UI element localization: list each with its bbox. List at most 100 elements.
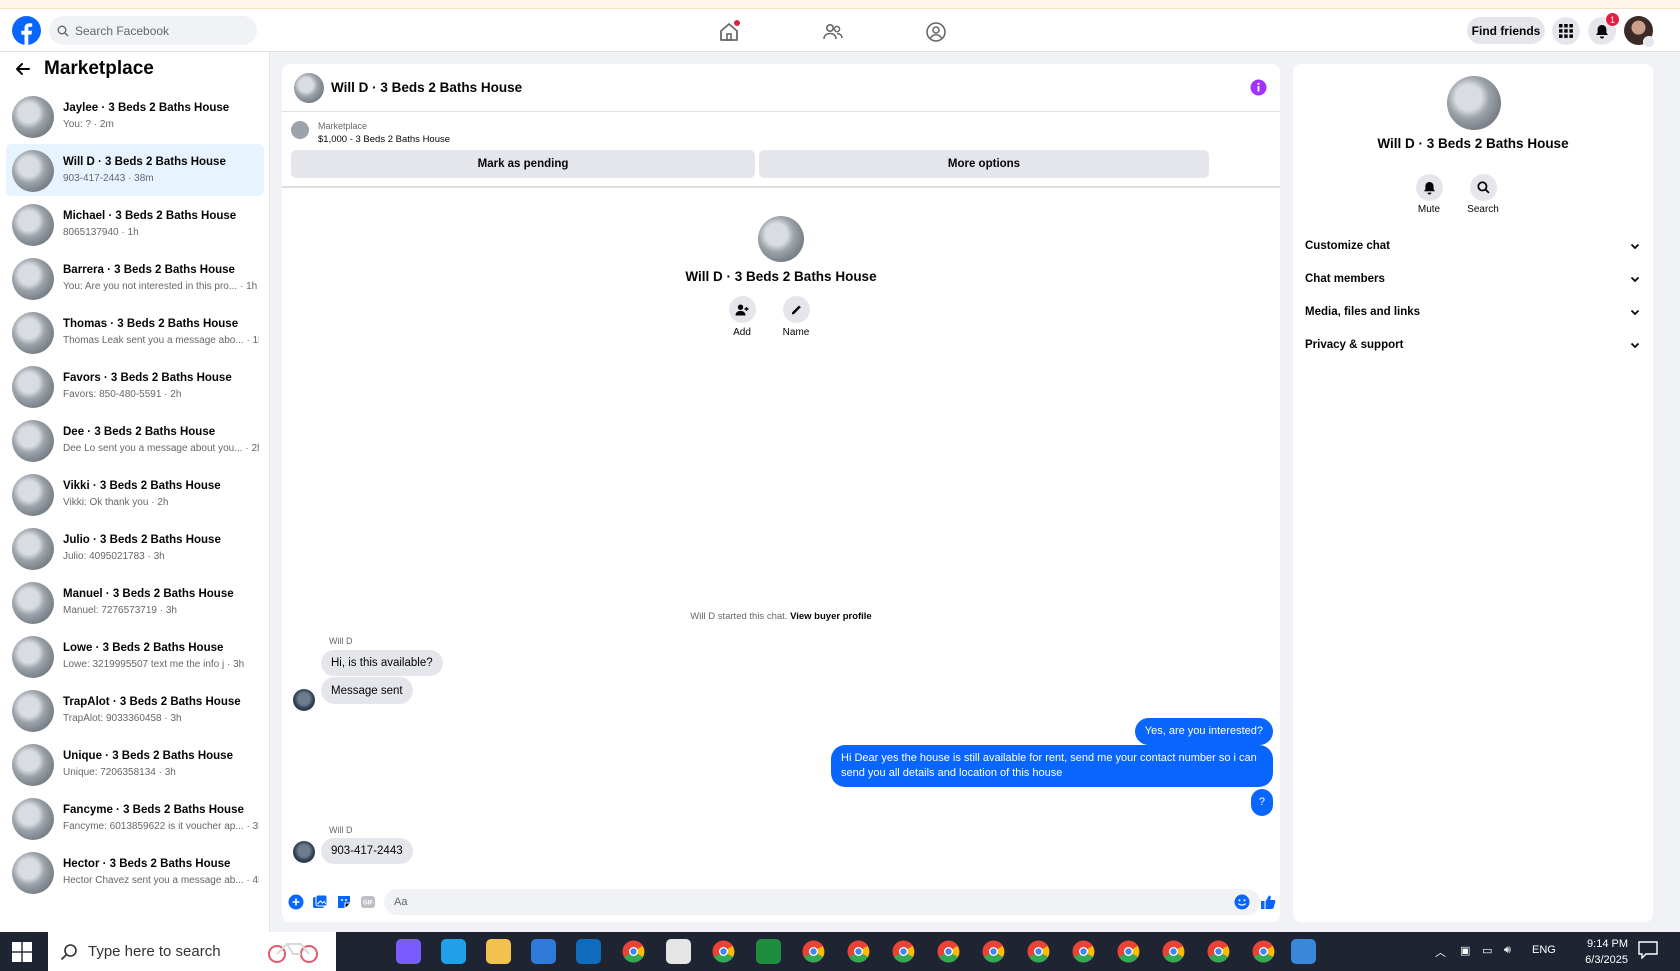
chrome-icon[interactable] [1206, 939, 1231, 964]
chrome-icon[interactable] [1026, 939, 1051, 964]
edge-icon[interactable] [441, 939, 466, 964]
network-icon[interactable]: ▭ [1482, 944, 1492, 957]
windows-start-icon[interactable] [12, 942, 32, 962]
chrome-icon[interactable] [1116, 939, 1141, 964]
conversation-item[interactable]: Lowe · 3 Beds 2 Baths House Lowe: 3219995… [6, 630, 264, 682]
conversation-avatar [12, 204, 54, 246]
taskbar-search-input[interactable]: Type here to search [88, 943, 221, 960]
menu-grid-icon[interactable] [1552, 17, 1580, 45]
view-buyer-profile-link[interactable]: View buyer profile [790, 611, 872, 622]
incoming-message[interactable]: Hi, is this available? [321, 650, 443, 676]
chrome-profile-icon[interactable] [711, 939, 736, 964]
sticker-icon[interactable] [336, 894, 352, 910]
conversation-item[interactable]: Michael · 3 Beds 2 Baths House 8065137940… [6, 198, 264, 250]
clock[interactable]: 9:14 PM 6/3/2025 [1548, 936, 1628, 968]
outgoing-message[interactable]: Yes, are you interested? [1134, 718, 1273, 745]
facebook-logo-icon[interactable] [12, 16, 41, 45]
conversation-item[interactable]: Thomas · 3 Beds 2 Baths House Thomas Leak… [6, 306, 264, 358]
gif-icon[interactable]: GIF [360, 894, 376, 910]
plus-circle-icon[interactable] [288, 894, 304, 910]
conversation-name: Hector · 3 Beds 2 Baths House [63, 858, 231, 870]
chevron-down-icon [1629, 273, 1641, 285]
conversation-name: Dee · 3 Beds 2 Baths House [63, 426, 216, 438]
outlook-icon[interactable] [576, 939, 601, 964]
chrome-icon[interactable] [1251, 939, 1276, 964]
thumbs-up-icon[interactable] [1260, 894, 1276, 910]
paint-icon[interactable] [666, 939, 691, 964]
photo-icon[interactable] [312, 894, 328, 910]
outgoing-message[interactable]: ? [1250, 789, 1273, 816]
info-icon[interactable] [1250, 79, 1267, 96]
chrome-icon[interactable] [936, 939, 961, 964]
sheets-icon[interactable] [756, 939, 781, 964]
mark-as-pending-button[interactable]: Mark as pending [291, 150, 755, 178]
listing-source: Marketplace [318, 121, 368, 131]
task-view-icon[interactable] [350, 939, 375, 964]
maps-app-icon[interactable] [1291, 939, 1316, 964]
sender-avatar[interactable] [293, 689, 315, 711]
sender-avatar[interactable] [293, 841, 315, 863]
incoming-message[interactable]: Message sent [321, 677, 413, 704]
media-files-links-row[interactable]: Media, files and links [1305, 297, 1641, 327]
message-composer: GIF Aa [282, 882, 1280, 922]
emoji-icon[interactable] [1234, 894, 1250, 910]
outgoing-message[interactable]: Hi Dear yes the house is still available… [831, 745, 1273, 787]
chat-members-row[interactable]: Chat members [1305, 264, 1641, 294]
conversation-item[interactable]: Julio · 3 Beds 2 Baths House Julio: 40950… [6, 522, 264, 574]
customize-chat-row[interactable]: Customize chat [1305, 231, 1641, 261]
conversation-preview: Fancyme: 6013859622 is it voucher ap... … [63, 821, 259, 832]
search-bar[interactable]: Search Facebook [49, 16, 257, 45]
conversation-item[interactable]: Favors · 3 Beds 2 Baths House Favors: 850… [6, 360, 264, 412]
conversation-name: Unique · 3 Beds 2 Baths House [63, 750, 233, 762]
chat-avatar[interactable] [294, 73, 324, 103]
groups-icon[interactable] [925, 21, 947, 43]
chevron-up-icon[interactable]: ︿ [1435, 944, 1446, 960]
conversation-item[interactable]: Manuel · 3 Beds 2 Baths House Manuel: 727… [6, 576, 264, 628]
conversation-item[interactable]: Dee · 3 Beds 2 Baths House Dee Lo sent yo… [6, 414, 264, 466]
conversation-item[interactable]: Fancyme · 3 Beds 2 Baths House Fancyme: 6… [6, 792, 264, 844]
find-friends-button[interactable]: Find friends [1467, 17, 1545, 44]
back-arrow-icon[interactable] [14, 60, 32, 78]
chrome-icon[interactable] [1161, 939, 1186, 964]
conversation-item[interactable]: Will D · 3 Beds 2 Baths House 903-417-244… [6, 144, 264, 196]
copilot-icon[interactable] [396, 939, 421, 964]
chrome-icon[interactable] [1071, 939, 1096, 964]
listing-thumbnail[interactable] [291, 121, 309, 139]
store-icon[interactable] [531, 939, 556, 964]
chrome-icon[interactable] [621, 939, 646, 964]
conversation-avatar [12, 420, 54, 462]
conversation-avatar [12, 150, 54, 192]
mute-button[interactable]: Mute [1404, 174, 1454, 215]
notification-center-icon[interactable] [1638, 941, 1658, 959]
chevron-down-icon[interactable] [1643, 36, 1655, 48]
conversation-name: Favors · 3 Beds 2 Baths House [63, 372, 232, 384]
chrome-icon[interactable] [846, 939, 871, 964]
add-people-button[interactable]: Add [722, 296, 762, 338]
chat-title[interactable]: Will D · 3 Beds 2 Baths House [331, 80, 522, 95]
camera-icon[interactable]: ▣ [1460, 944, 1470, 957]
volume-icon[interactable]: 🔊︎ [1504, 944, 1511, 957]
listing-price-title[interactable]: $1,000 - 3 Beds 2 Baths House [318, 134, 450, 145]
message-input[interactable]: Aa [384, 889, 1260, 915]
more-options-button[interactable]: More options [759, 150, 1209, 178]
profile-avatar[interactable] [758, 216, 804, 262]
conversation-item[interactable]: Barrera · 3 Beds 2 Baths House You: Are y… [6, 252, 264, 304]
chrome-icon[interactable] [801, 939, 826, 964]
search-input[interactable]: Search Facebook [75, 24, 169, 38]
conversation-item[interactable]: Vikki · 3 Beds 2 Baths House Vikki: Ok th… [6, 468, 264, 520]
search-in-conversation-button[interactable]: Search [1458, 174, 1508, 215]
bicycle-search-highlight-icon [265, 939, 325, 964]
file-explorer-icon[interactable] [486, 939, 511, 964]
edit-name-button[interactable]: Name [776, 296, 816, 338]
privacy-support-row[interactable]: Privacy & support [1305, 330, 1641, 360]
conversation-item[interactable]: Unique · 3 Beds 2 Baths House Unique: 720… [6, 738, 264, 790]
page-scrollbar[interactable] [1664, 52, 1680, 932]
friends-icon[interactable] [822, 21, 844, 43]
incoming-message[interactable]: 903-417-2443 [321, 838, 413, 864]
conversation-item[interactable]: Jaylee · 3 Beds 2 Baths House You: ? · 2m [6, 90, 264, 142]
info-avatar[interactable] [1447, 76, 1501, 130]
conversation-item[interactable]: Hector · 3 Beds 2 Baths House Hector Chav… [6, 846, 264, 898]
conversation-item[interactable]: TrapAlot · 3 Beds 2 Baths House TrapAlot:… [6, 684, 264, 736]
chrome-icon[interactable] [891, 939, 916, 964]
chrome-icon[interactable] [981, 939, 1006, 964]
